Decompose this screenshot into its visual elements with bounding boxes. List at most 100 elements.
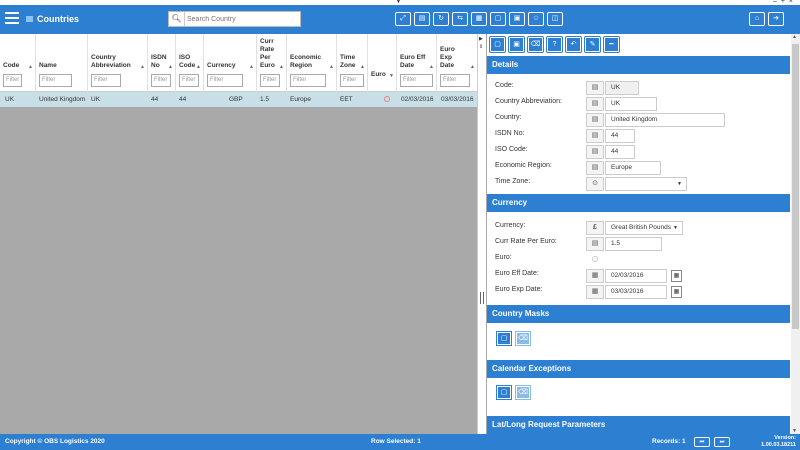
eff-date-field[interactable]: 02/03/2016 bbox=[605, 269, 667, 283]
sort-icon[interactable]: ▲ bbox=[249, 64, 254, 70]
column-name[interactable]: Name Filter bbox=[36, 34, 88, 92]
column-region[interactable]: Economic Region ▲ Filter bbox=[287, 34, 337, 92]
undo-icon[interactable]: ↶ bbox=[565, 36, 582, 53]
table-row[interactable]: UK United Kingdom UK 44 44 GBP 1.5 Europ… bbox=[0, 92, 477, 107]
filter-input[interactable]: Filter bbox=[440, 74, 470, 87]
first-page-icon[interactable]: ⏮ bbox=[694, 437, 710, 447]
menu-icon[interactable] bbox=[5, 12, 19, 24]
panel-splitter[interactable]: ▶ ⇕ bbox=[477, 34, 486, 434]
date-picker-icon[interactable]: ▦ bbox=[671, 270, 682, 282]
scrollbar-thumb[interactable] bbox=[792, 44, 799, 329]
column-euro[interactable]: Euro ▼ bbox=[368, 34, 397, 92]
panel-scrollbar[interactable]: ▲ ▼ bbox=[791, 34, 800, 434]
column-currency[interactable]: Currency ▲ Filter bbox=[204, 34, 257, 92]
column-label: Euro Eff Date bbox=[400, 54, 426, 69]
scroll-up-icon[interactable]: ▲ bbox=[792, 34, 797, 40]
column-timezone[interactable]: Time Zone ▲ Filter bbox=[337, 34, 368, 92]
details-panel: ▢ ▣ ⌫ ? ↶ ✎ ━ Details Code: ▤ UK Country… bbox=[487, 34, 791, 434]
sort-icon[interactable]: ▲ bbox=[470, 64, 475, 70]
sort-icon[interactable]: ▼ bbox=[389, 73, 394, 79]
pin-icon[interactable]: ⇕ bbox=[479, 44, 483, 50]
search-icon[interactable]: 🔍︎ bbox=[169, 12, 185, 26]
eraser-icon[interactable]: ✎ bbox=[584, 36, 601, 53]
add-exception-button[interactable]: ▢ bbox=[496, 385, 512, 400]
sort-icon[interactable]: ▲ bbox=[329, 64, 334, 70]
last-page-icon[interactable]: ⏭ bbox=[714, 437, 730, 447]
section-country-masks[interactable]: Country Masks bbox=[487, 305, 790, 323]
countries-grid: Code ▲ Filter Name Filter Country Abbrev… bbox=[0, 34, 477, 434]
help-icon[interactable]: ? bbox=[546, 36, 563, 53]
cell-code: UK bbox=[5, 96, 15, 103]
delete-icon[interactable]: ⌫ bbox=[527, 36, 544, 53]
iso-field[interactable]: 44 bbox=[605, 145, 635, 159]
filter-input[interactable]: Filter bbox=[91, 74, 121, 87]
delete-mask-button[interactable]: ⌫ bbox=[515, 331, 531, 346]
isdn-field[interactable]: 44 bbox=[605, 129, 635, 143]
add-mask-button[interactable]: ▢ bbox=[496, 331, 512, 346]
abbr-field[interactable]: UK bbox=[605, 97, 657, 111]
row-selected-text: Row Selected: 1 bbox=[371, 438, 421, 445]
filter-input[interactable]: Filter bbox=[290, 74, 326, 87]
column-code[interactable]: Code ▲ Filter bbox=[0, 34, 36, 92]
document-icon[interactable]: ▢ bbox=[490, 12, 506, 26]
sort-icon[interactable]: ▲ bbox=[360, 64, 365, 70]
filter-input[interactable]: Filter bbox=[400, 74, 433, 87]
grid-view-icon[interactable]: ▦ bbox=[471, 12, 487, 26]
date-picker-icon[interactable]: ▦ bbox=[671, 286, 682, 298]
sort-icon[interactable]: ▲ bbox=[196, 64, 201, 70]
filter-input[interactable]: Filter bbox=[3, 74, 22, 87]
clock-icon: ⊙ bbox=[586, 177, 604, 191]
region-field[interactable]: Europe bbox=[605, 161, 661, 175]
filter-input[interactable]: Filter bbox=[260, 74, 280, 87]
column-rate[interactable]: Curr Rate Per Euro ▲ Filter bbox=[257, 34, 287, 92]
filter-input[interactable]: Filter bbox=[39, 74, 72, 87]
euro-radio[interactable] bbox=[592, 256, 598, 262]
sort-icon[interactable]: ▲ bbox=[429, 64, 434, 70]
new-icon[interactable]: ▢ bbox=[489, 36, 506, 53]
column-eff-date[interactable]: Euro Eff Date ▲ Filter bbox=[397, 34, 437, 92]
column-isdn[interactable]: ISDN No ▲ Filter bbox=[148, 34, 176, 92]
column-iso[interactable]: ISO Code ▲ Filter bbox=[176, 34, 204, 92]
star-icon[interactable]: ☆ bbox=[528, 12, 544, 26]
section-latlong[interactable]: Lat/Long Request Parameters bbox=[487, 416, 790, 434]
search-input[interactable] bbox=[187, 12, 299, 26]
column-abbreviation[interactable]: Country Abbreviation ▲ Filter bbox=[88, 34, 148, 92]
country-field[interactable]: United Kingdom bbox=[605, 113, 725, 127]
collapse-right-icon[interactable]: ▶ bbox=[479, 36, 483, 42]
section-currency[interactable]: Currency bbox=[487, 194, 790, 212]
sort-icon[interactable]: ▲ bbox=[168, 64, 173, 70]
share-icon[interactable]: ⇆ bbox=[452, 12, 468, 26]
section-details[interactable]: Details bbox=[487, 56, 790, 74]
home-icon[interactable]: ⌂ bbox=[749, 12, 765, 26]
save-icon[interactable]: ▣ bbox=[508, 36, 525, 53]
code-label: Code: bbox=[495, 82, 514, 89]
currency-value: Great British Pounds bbox=[611, 224, 671, 231]
filter-input[interactable]: Filter bbox=[340, 74, 364, 87]
timezone-select[interactable]: ▼ bbox=[605, 177, 687, 191]
cell-exp-date: 03/03/2016 bbox=[441, 96, 474, 103]
columns-icon[interactable]: ◫ bbox=[547, 12, 563, 26]
delete-exception-button[interactable]: ⌫ bbox=[515, 385, 531, 400]
minimize-icon[interactable]: ━ bbox=[603, 36, 620, 53]
exp-date-field[interactable]: 03/03/2016 bbox=[605, 285, 667, 299]
currency-select[interactable]: Great British Pounds ▼ bbox=[605, 221, 683, 235]
filter-input[interactable]: Filter bbox=[151, 74, 171, 87]
refresh-icon[interactable]: ↻ bbox=[433, 12, 449, 26]
column-exp-date[interactable]: Euro Exp Date ▲ Filter bbox=[437, 34, 477, 92]
sort-icon[interactable]: ▲ bbox=[28, 64, 33, 70]
database-icon[interactable]: ▤ bbox=[414, 12, 430, 26]
filter-input[interactable]: Filter bbox=[207, 74, 243, 87]
filter-input[interactable]: Filter bbox=[179, 74, 199, 87]
column-label: Currency bbox=[207, 62, 236, 69]
logout-icon[interactable]: ➔ bbox=[768, 12, 784, 26]
rate-field[interactable]: 1.5 bbox=[605, 237, 662, 251]
code-field[interactable]: UK bbox=[605, 81, 639, 95]
sort-icon[interactable]: ▲ bbox=[140, 64, 145, 70]
version-info: Version: 1.00.03.18211 bbox=[756, 435, 796, 449]
expand-icon[interactable]: ⤢ bbox=[395, 12, 411, 26]
sort-icon[interactable]: ▲ bbox=[279, 64, 284, 70]
text-field-icon: ▤ bbox=[586, 145, 604, 159]
report-icon[interactable]: ▣ bbox=[509, 12, 525, 26]
splitter-grip[interactable] bbox=[480, 292, 484, 304]
section-calendar-exceptions[interactable]: Calendar Exceptions bbox=[487, 360, 790, 378]
